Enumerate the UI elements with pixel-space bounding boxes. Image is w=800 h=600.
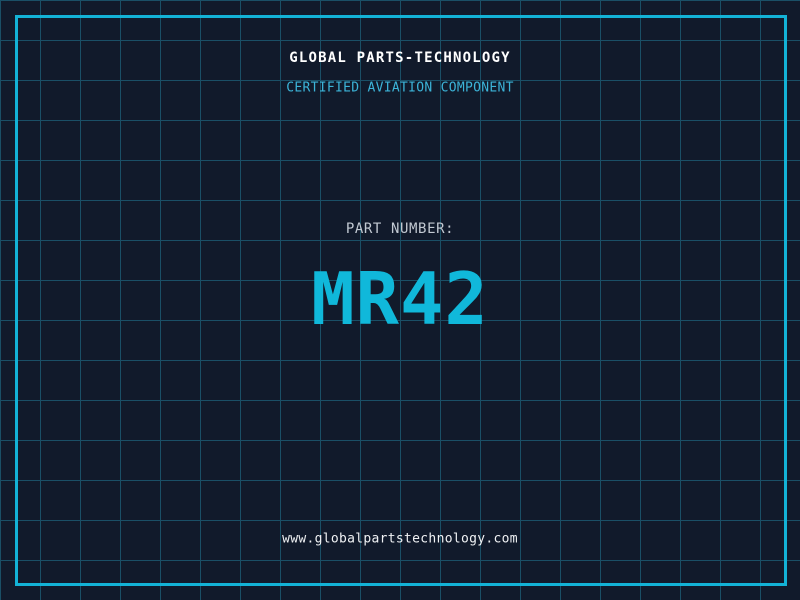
part-label-card: GLOBAL PARTS-TECHNOLOGY CERTIFIED AVIATI… <box>0 0 800 600</box>
part-number-value: MR42 <box>311 257 489 341</box>
website-url: www.globalpartstechnology.com <box>282 531 518 547</box>
part-number-label: PART NUMBER: <box>345 221 455 237</box>
company-name: GLOBAL PARTS-TECHNOLOGY <box>289 50 511 66</box>
certification-subtitle: CERTIFIED AVIATION COMPONENT <box>286 80 514 96</box>
